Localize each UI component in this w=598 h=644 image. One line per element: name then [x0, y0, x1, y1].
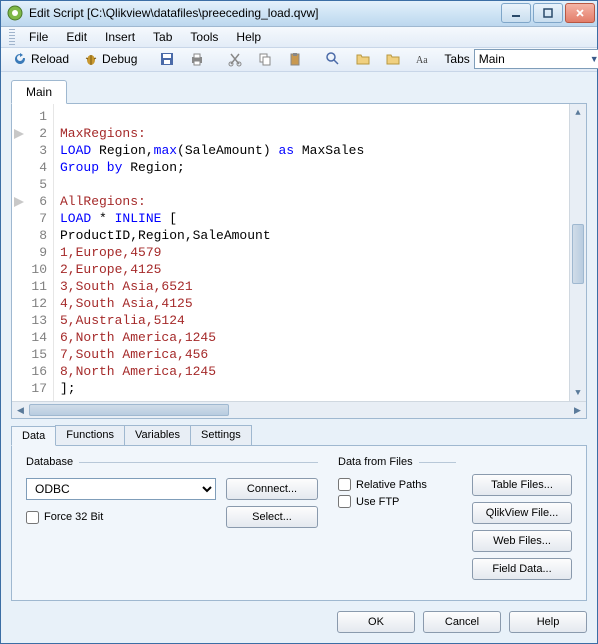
reload-button[interactable]: Reload — [7, 48, 74, 70]
dialog-buttons: OK Cancel Help — [1, 609, 597, 643]
tab-settings[interactable]: Settings — [190, 425, 252, 445]
case-button[interactable]: Aa — [410, 48, 436, 70]
files-label: Data from Files — [338, 456, 456, 468]
folder-icon — [385, 51, 401, 67]
use-ftp-row: Use FTP — [338, 495, 456, 508]
folder-icon — [355, 51, 371, 67]
paste-icon — [287, 51, 303, 67]
save-icon — [159, 51, 175, 67]
vertical-scrollbar[interactable]: ▲ ▼ — [569, 104, 586, 401]
debug-label: Debug — [102, 52, 137, 66]
print-icon — [189, 51, 205, 67]
search-icon — [325, 51, 341, 67]
editor-tab-main[interactable]: Main — [11, 80, 67, 104]
database-label: Database — [26, 456, 318, 468]
menu-file[interactable]: File — [21, 28, 56, 46]
relative-paths-checkbox[interactable] — [338, 478, 351, 491]
dropdown-arrow-icon[interactable]: ▼ — [590, 54, 598, 64]
cut-icon — [227, 51, 243, 67]
menubar: File Edit Insert Tab Tools Help — [1, 27, 597, 48]
folder1-button[interactable] — [350, 48, 376, 70]
reload-label: Reload — [31, 52, 69, 66]
close-button[interactable] — [565, 3, 595, 23]
data-panel: Database ODBC Connect... Force 32 Bit Se… — [11, 446, 587, 601]
editor-tabs: Main — [11, 80, 587, 104]
database-group: Database ODBC Connect... Force 32 Bit Se… — [26, 456, 318, 586]
force32-checkbox[interactable] — [26, 511, 39, 524]
tab-variables[interactable]: Variables — [124, 425, 191, 445]
find-button[interactable] — [320, 48, 346, 70]
window-title: Edit Script [C:\Qlikview\datafiles\preec… — [29, 6, 501, 20]
file-buttons: Table Files... QlikView File... Web File… — [472, 456, 572, 586]
ok-button[interactable]: OK — [337, 611, 415, 633]
case-icon: Aa — [415, 51, 431, 67]
reload-icon — [12, 51, 28, 67]
qlikview-file-button[interactable]: QlikView File... — [472, 502, 572, 524]
relative-paths-label: Relative Paths — [356, 479, 427, 491]
force32-checkbox-row: Force 32 Bit — [26, 511, 216, 524]
connect-button[interactable]: Connect... — [226, 478, 318, 500]
save-button[interactable] — [154, 48, 180, 70]
bottom-tabs: Data Functions Variables Settings — [11, 425, 587, 446]
bottom-panel: Data Functions Variables Settings Databa… — [11, 425, 587, 601]
menu-tab[interactable]: Tab — [145, 28, 180, 46]
app-icon — [7, 5, 23, 21]
help-button[interactable]: Help — [509, 611, 587, 633]
scroll-thumb[interactable] — [29, 404, 229, 416]
scroll-down-icon[interactable]: ▼ — [570, 384, 586, 401]
field-data-button[interactable]: Field Data... — [472, 558, 572, 580]
scroll-up-icon[interactable]: ▲ — [570, 104, 586, 121]
bug-icon — [83, 51, 99, 67]
horizontal-scrollbar[interactable]: ◀ ▶ — [12, 401, 586, 418]
scroll-track[interactable] — [29, 402, 569, 418]
print-button[interactable] — [184, 48, 210, 70]
folder2-button[interactable] — [380, 48, 406, 70]
copy-button[interactable] — [252, 48, 278, 70]
minimize-button[interactable] — [501, 3, 531, 23]
content-area: Main 1234567891011121314151617 MaxRegion… — [1, 72, 597, 609]
tabs-select[interactable] — [474, 49, 598, 69]
select-button[interactable]: Select... — [226, 506, 318, 528]
relative-paths-row: Relative Paths — [338, 478, 456, 491]
cancel-button[interactable]: Cancel — [423, 611, 501, 633]
database-type-select[interactable]: ODBC — [26, 478, 216, 500]
editor-body: 1234567891011121314151617 MaxRegions:LOA… — [12, 104, 586, 401]
use-ftp-checkbox[interactable] — [338, 495, 351, 508]
line-number-gutter: 1234567891011121314151617 — [12, 104, 54, 401]
script-editor: 1234567891011121314151617 MaxRegions:LOA… — [11, 103, 587, 419]
edit-script-window: Edit Script [C:\Qlikview\datafiles\preec… — [0, 0, 598, 644]
cut-button[interactable] — [222, 48, 248, 70]
files-group: Data from Files Relative Paths Use FTP T… — [338, 456, 572, 586]
scroll-thumb[interactable] — [572, 224, 584, 284]
menubar-grip — [9, 29, 15, 45]
code-area[interactable]: MaxRegions:LOAD Region,max(SaleAmount) a… — [54, 104, 569, 401]
svg-text:Aa: Aa — [416, 55, 428, 66]
menu-tools[interactable]: Tools — [182, 28, 226, 46]
scroll-right-icon[interactable]: ▶ — [569, 402, 586, 418]
use-ftp-label: Use FTP — [356, 496, 399, 508]
force32-label: Force 32 Bit — [44, 511, 103, 523]
copy-icon — [257, 51, 273, 67]
menu-edit[interactable]: Edit — [58, 28, 95, 46]
scroll-left-icon[interactable]: ◀ — [12, 402, 29, 418]
tabs-label: Tabs — [444, 52, 469, 66]
menu-insert[interactable]: Insert — [97, 28, 143, 46]
table-files-button[interactable]: Table Files... — [472, 474, 572, 496]
titlebar: Edit Script [C:\Qlikview\datafiles\preec… — [1, 1, 597, 27]
debug-button[interactable]: Debug — [78, 48, 142, 70]
paste-button[interactable] — [282, 48, 308, 70]
web-files-button[interactable]: Web Files... — [472, 530, 572, 552]
toolbar: Reload Debug Aa Tabs ▼ — [1, 48, 597, 72]
tab-functions[interactable]: Functions — [55, 425, 125, 445]
tab-data[interactable]: Data — [11, 426, 56, 446]
maximize-button[interactable] — [533, 3, 563, 23]
editor-section: Main 1234567891011121314151617 MaxRegion… — [11, 80, 587, 419]
window-buttons — [501, 3, 595, 23]
menu-help[interactable]: Help — [228, 28, 269, 46]
